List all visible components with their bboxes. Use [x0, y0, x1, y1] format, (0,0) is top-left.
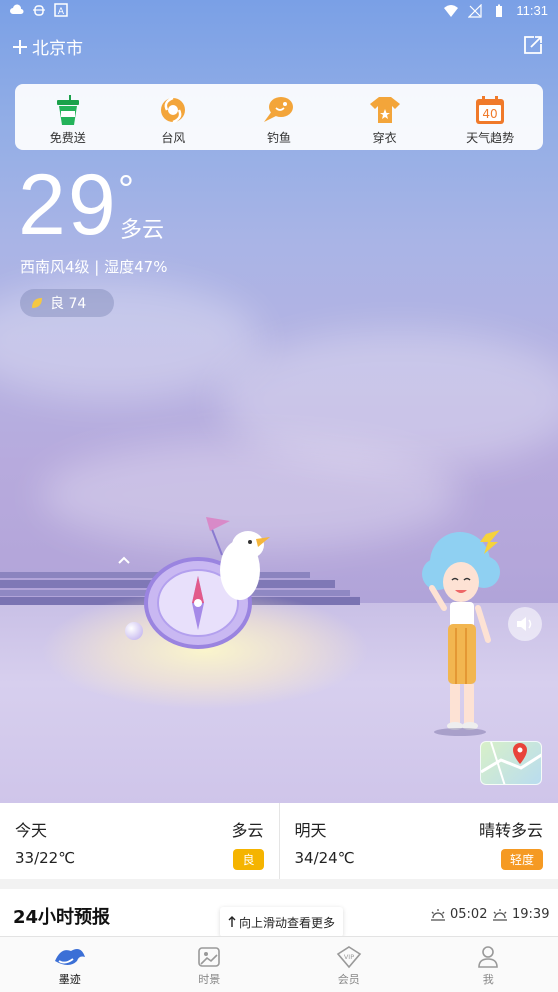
- quick-action-label: 穿衣: [372, 131, 397, 145]
- speaker-icon: [517, 617, 532, 631]
- leaf-icon: [32, 298, 42, 308]
- sunrise: 05:02: [430, 907, 487, 922]
- forecast-aqi-badge: 良: [233, 849, 264, 870]
- tab-label: 墨迹: [58, 973, 81, 986]
- forecast-day: 明天: [294, 821, 327, 840]
- tab-label: 时景: [198, 973, 221, 986]
- section-divider: [0, 879, 558, 889]
- sunset-icon: [493, 908, 507, 921]
- forecast-condition: 晴转多云: [478, 821, 543, 840]
- status-bar: A 11:31: [0, 0, 558, 24]
- chevron-up-icon: [118, 556, 130, 564]
- cloud-notification-icon: [10, 4, 24, 15]
- quick-action-typhoon[interactable]: 台风: [121, 84, 227, 150]
- quick-action-free-gift[interactable]: 免费送: [15, 84, 121, 150]
- tab-me[interactable]: 我: [419, 937, 558, 992]
- quick-actions-panel: 免费送 台风 钓鱼 穿衣 40 天气趋势: [15, 84, 543, 150]
- current-condition: 多云: [120, 218, 165, 243]
- quick-action-fishing[interactable]: 钓鱼: [226, 84, 332, 150]
- voice-broadcast-button[interactable]: [508, 607, 542, 641]
- arrow-up-icon: [228, 916, 236, 927]
- quick-action-label: 台风: [161, 131, 186, 145]
- sunset-time: 19:39: [512, 907, 550, 922]
- battery-icon: [496, 4, 503, 17]
- swipe-tip-text: 向上滑动查看更多: [239, 915, 336, 930]
- calendar-badge: 40: [483, 107, 498, 121]
- top-bar: 北京市: [0, 30, 558, 66]
- sunset: 19:39: [492, 907, 549, 922]
- share-icon[interactable]: [522, 34, 544, 56]
- tab-label: 我: [482, 973, 494, 986]
- keyboard-a-icon: A: [54, 3, 68, 17]
- tab-moji[interactable]: 墨迹: [0, 937, 140, 992]
- forecast-day: 今天: [15, 821, 48, 840]
- aqi-badge[interactable]: 良 74: [20, 289, 114, 317]
- forecast-today[interactable]: 今天 多云 33/22℃ 良: [0, 803, 279, 879]
- plus-icon: [13, 39, 27, 54]
- quick-action-weather-trend[interactable]: 40 天气趋势: [437, 84, 543, 150]
- duck-mascot-icon: [206, 517, 270, 600]
- avatar-character-icon[interactable]: [414, 528, 504, 738]
- city-name: 北京市: [32, 39, 83, 59]
- moji-logo-icon: [54, 949, 85, 965]
- typhoon-icon: [161, 96, 186, 124]
- forecast-temp: 33/22℃: [15, 849, 76, 867]
- bottom-tab-bar: 墨迹 时景 VIP 会员 我: [0, 936, 558, 992]
- wind-humidity[interactable]: 西南风4级 | 湿度47%: [20, 256, 167, 277]
- status-time: 11:31: [516, 3, 548, 18]
- forecast-temp: 34/24℃: [294, 849, 355, 867]
- forecast-condition: 多云: [231, 821, 264, 840]
- no-signal-icon: [468, 3, 483, 18]
- quick-action-clothing[interactable]: 穿衣: [332, 84, 438, 150]
- clothes-icon: [369, 97, 400, 123]
- current-temperature: 29: [18, 157, 118, 253]
- map-pin-icon: [481, 742, 541, 784]
- bug-icon: [33, 5, 45, 16]
- quick-action-label: 天气趋势: [466, 131, 515, 145]
- degree-symbol: °: [118, 168, 134, 212]
- add-city-button[interactable]: 北京市: [12, 34, 83, 59]
- calendar-icon: 40: [476, 96, 505, 124]
- image-icon: [198, 947, 221, 967]
- fishing-icon: [263, 97, 293, 122]
- tab-label: 会员: [337, 973, 360, 986]
- swipe-up-tip[interactable]: 向上滑动查看更多: [220, 907, 344, 937]
- tab-scenery[interactable]: 时景: [140, 937, 280, 992]
- bubble: [125, 622, 143, 640]
- aqi-text: 良 74: [50, 296, 87, 312]
- forecast-aqi-badge: 轻度: [500, 849, 543, 870]
- svg-text:VIP: VIP: [344, 953, 354, 961]
- drink-cup-icon: [56, 95, 79, 125]
- quick-action-label: 钓鱼: [266, 131, 291, 145]
- quick-action-label: 免费送: [49, 131, 86, 145]
- svg-text:A: A: [58, 7, 65, 17]
- weather-map-button[interactable]: [480, 741, 542, 785]
- daily-forecast: 今天 多云 33/22℃ 良 明天 晴转多云 34/24℃ 轻度: [0, 803, 558, 879]
- person-icon: [478, 946, 499, 968]
- wifi-icon: [444, 4, 459, 17]
- hourly-title: 24小时预报: [13, 907, 111, 928]
- tab-vip[interactable]: VIP 会员: [279, 937, 419, 992]
- sunrise-icon: [431, 908, 445, 921]
- forecast-tomorrow[interactable]: 明天 晴转多云 34/24℃ 轻度: [278, 803, 558, 879]
- vip-icon: VIP: [336, 946, 361, 969]
- sunrise-time: 05:02: [450, 907, 488, 922]
